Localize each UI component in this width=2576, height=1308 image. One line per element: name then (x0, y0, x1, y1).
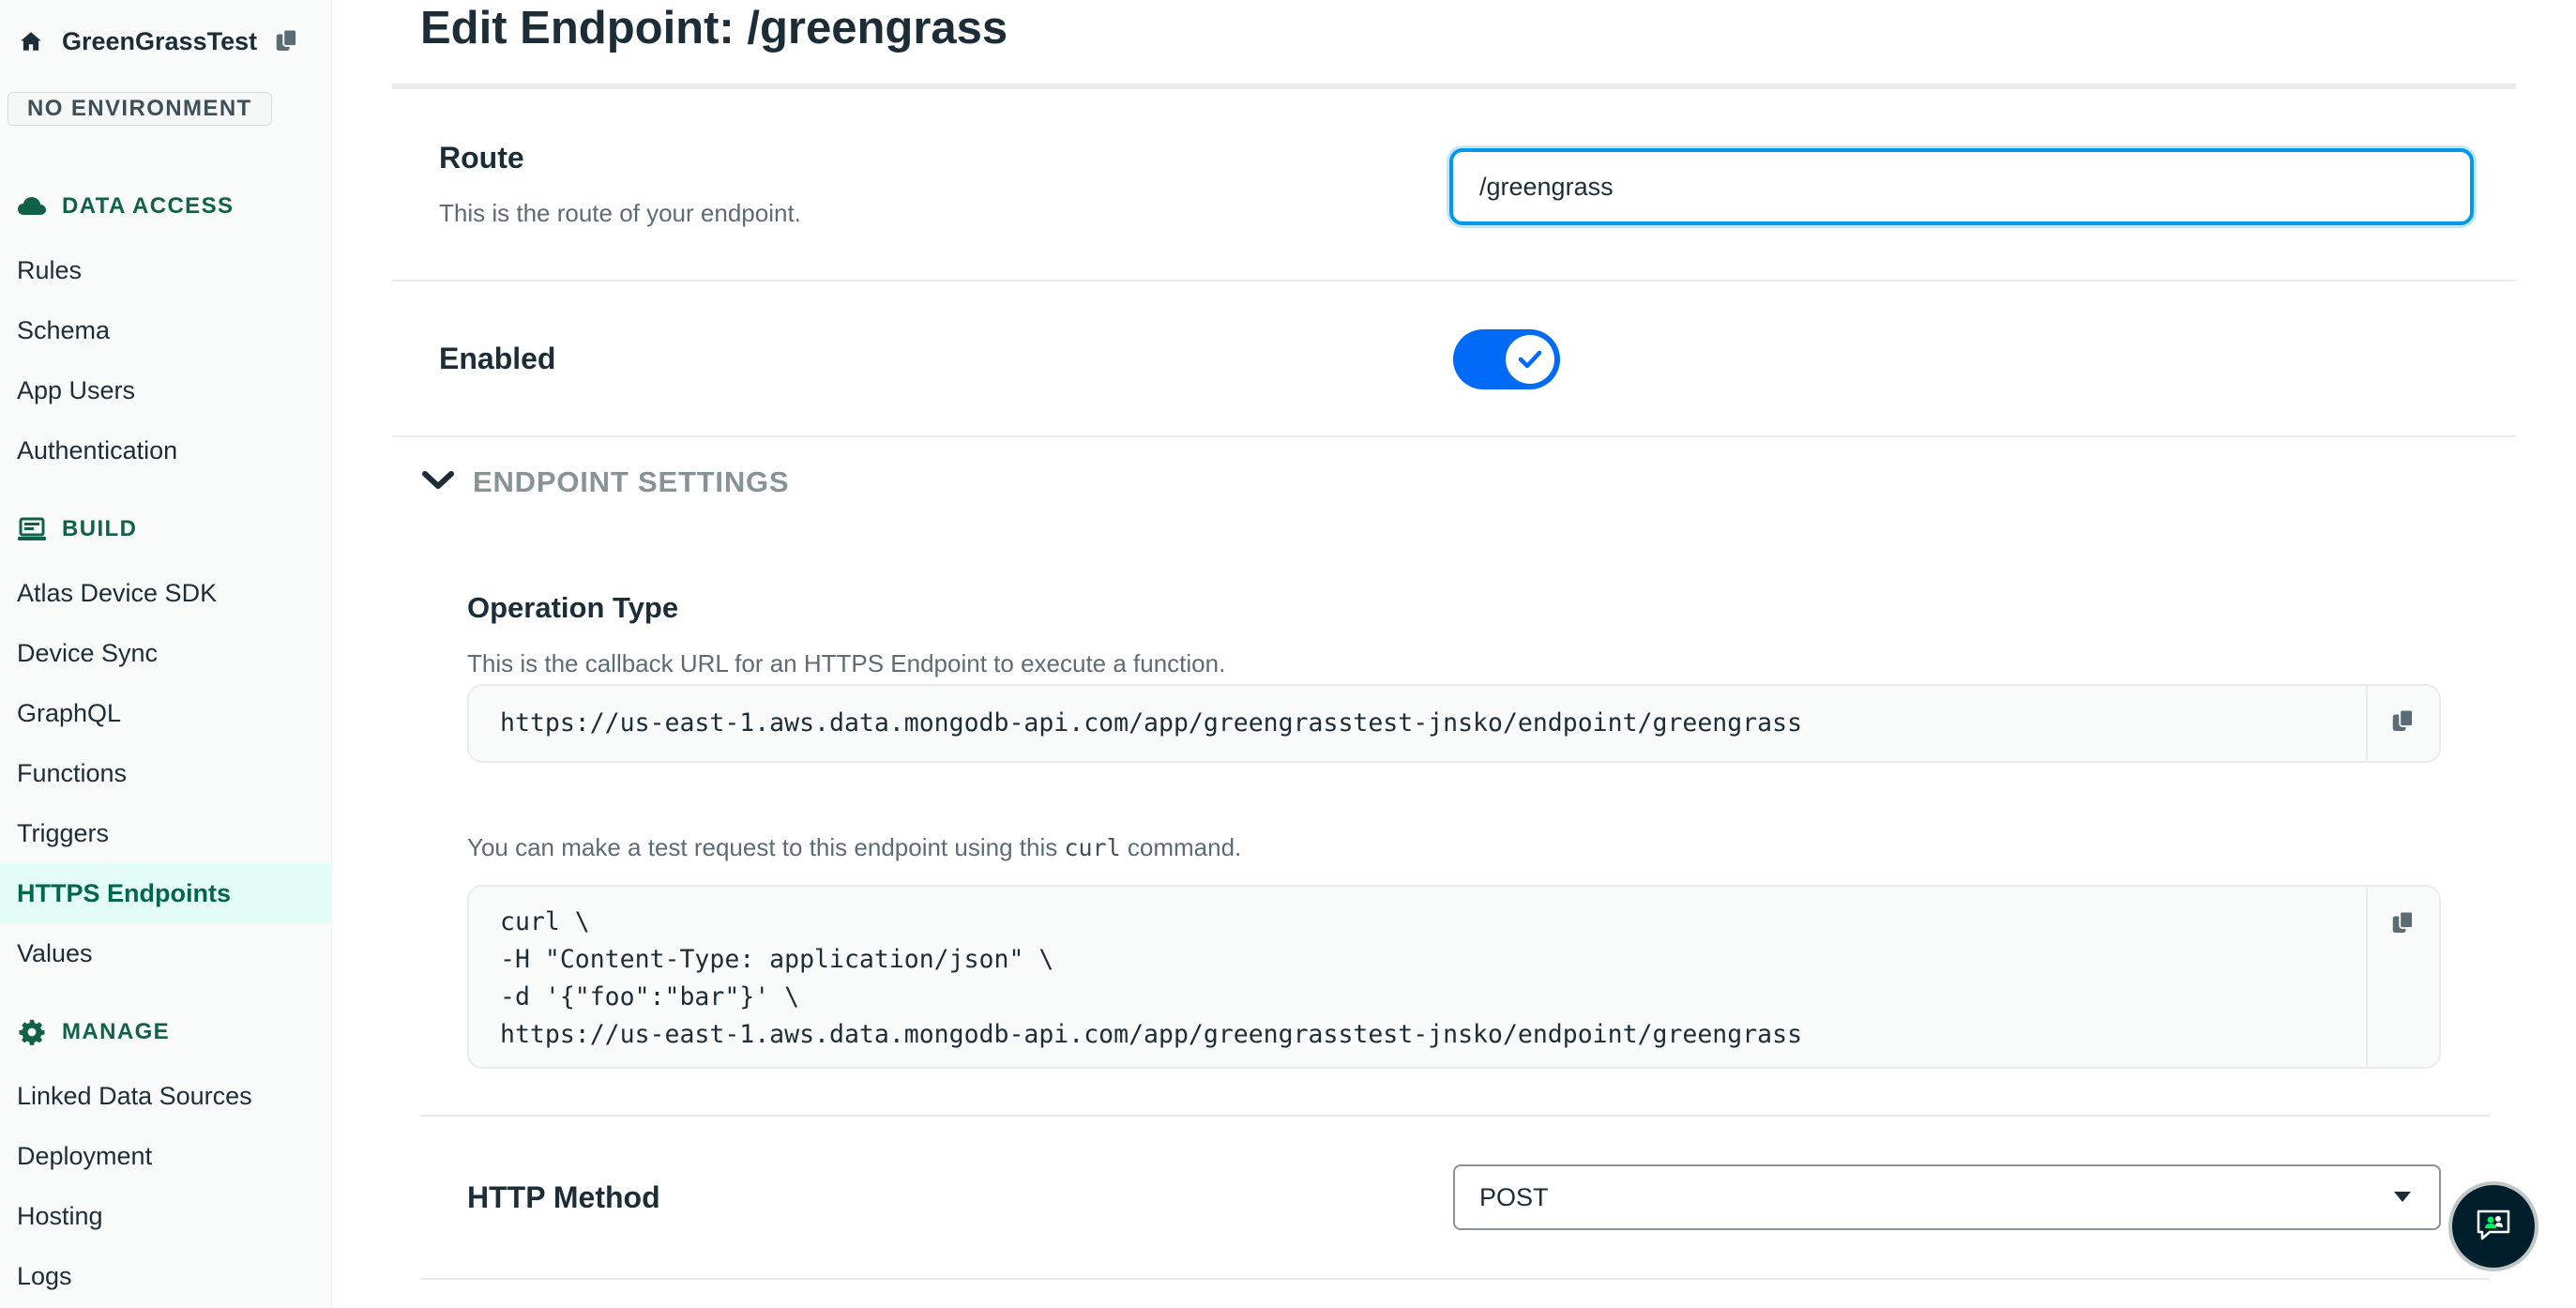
http-method-select[interactable]: POST (1453, 1164, 2441, 1230)
curl-line: curl \ (500, 907, 590, 936)
divider (392, 280, 2516, 281)
app-name: GreenGrassTest (62, 26, 258, 55)
operation-type-description: This is the callback URL for an HTTPS En… (467, 649, 1226, 677)
sidebar-item-rules[interactable]: Rules (0, 240, 332, 300)
home-icon[interactable] (17, 27, 45, 55)
enabled-label: Enabled (439, 342, 556, 375)
copy-url-button[interactable] (2366, 686, 2439, 761)
http-method-value: POST (1479, 1182, 1549, 1211)
sidebar-item-device-sync[interactable]: Device Sync (0, 623, 332, 683)
route-label: Route (439, 141, 524, 175)
gear-icon (17, 1017, 47, 1047)
sidebar-item-deployment[interactable]: Deployment (0, 1126, 332, 1186)
sidebar: GreenGrassTest NO ENVIRONMENT DATA ACCES… (0, 0, 332, 1308)
laptop-icon (17, 514, 47, 544)
http-method-label: HTTP Method (467, 1180, 660, 1214)
sidebar-item-atlas-device-sdk[interactable]: Atlas Device SDK (0, 563, 332, 623)
operation-type-label: Operation Type (467, 591, 679, 624)
divider (420, 1115, 2490, 1117)
copy-icon[interactable] (272, 26, 302, 56)
sidebar-item-triggers[interactable]: Triggers (0, 803, 332, 863)
chat-support-button[interactable] (2448, 1181, 2538, 1271)
curl-command-box: curl \ -H "Content-Type: application/jso… (467, 885, 2441, 1069)
callback-url: https://us-east-1.aws.data.mongodb-api.c… (500, 708, 1803, 738)
curl-line: -H "Content-Type: application/json" \ (500, 945, 1054, 974)
curl-line: -d '{"foo":"bar"}' \ (500, 982, 800, 1011)
check-icon (1506, 335, 1554, 384)
environment-badge[interactable]: NO ENVIRONMENT (8, 92, 272, 126)
title-divider (392, 84, 2516, 89)
sidebar-item-app-users[interactable]: App Users (0, 360, 332, 420)
route-input[interactable] (1449, 148, 2474, 225)
sidebar-item-https-endpoints[interactable]: HTTPS Endpoints (0, 863, 332, 923)
page-title: Edit Endpoint: /greengrass (420, 3, 1008, 53)
sidebar-item-values[interactable]: Values (0, 923, 332, 983)
endpoint-settings-toggle[interactable]: ENDPOINT SETTINGS (422, 462, 789, 503)
divider (392, 435, 2516, 437)
copy-curl-button[interactable] (2366, 887, 2439, 1067)
curl-command: curl \ -H "Content-Type: application/jso… (500, 904, 1802, 1054)
sidebar-item-linked-data-sources[interactable]: Linked Data Sources (0, 1066, 332, 1126)
copy-icon (2389, 909, 2417, 942)
sidebar-item-hosting[interactable]: Hosting (0, 1186, 332, 1246)
enabled-toggle[interactable] (1453, 329, 1560, 389)
endpoint-settings-header: ENDPOINT SETTINGS (473, 465, 790, 498)
section-data-access: DATA ACCESS (17, 188, 234, 225)
sidebar-item-logs[interactable]: Logs (0, 1246, 332, 1306)
cloud-icon (17, 191, 47, 221)
copy-icon (2389, 707, 2417, 740)
app-header: GreenGrassTest (17, 21, 302, 62)
divider (420, 1278, 2490, 1280)
route-description: This is the route of your endpoint. (439, 199, 801, 227)
sidebar-item-graphql[interactable]: GraphQL (0, 683, 332, 743)
sidebar-item-functions[interactable]: Functions (0, 743, 332, 803)
curl-line: https://us-east-1.aws.data.mongodb-api.c… (500, 1020, 1803, 1049)
curl-description: You can make a test request to this endp… (467, 833, 1242, 861)
section-build: BUILD (17, 510, 137, 548)
section-manage: MANAGE (17, 1013, 170, 1051)
sidebar-item-authentication[interactable]: Authentication (0, 420, 332, 480)
chevron-down-icon (422, 470, 454, 495)
chat-icon (2475, 1208, 2512, 1246)
caret-down-icon (2394, 1192, 2411, 1202)
sidebar-item-schema[interactable]: Schema (0, 300, 332, 360)
callback-url-box: https://us-east-1.aws.data.mongodb-api.c… (467, 684, 2441, 763)
